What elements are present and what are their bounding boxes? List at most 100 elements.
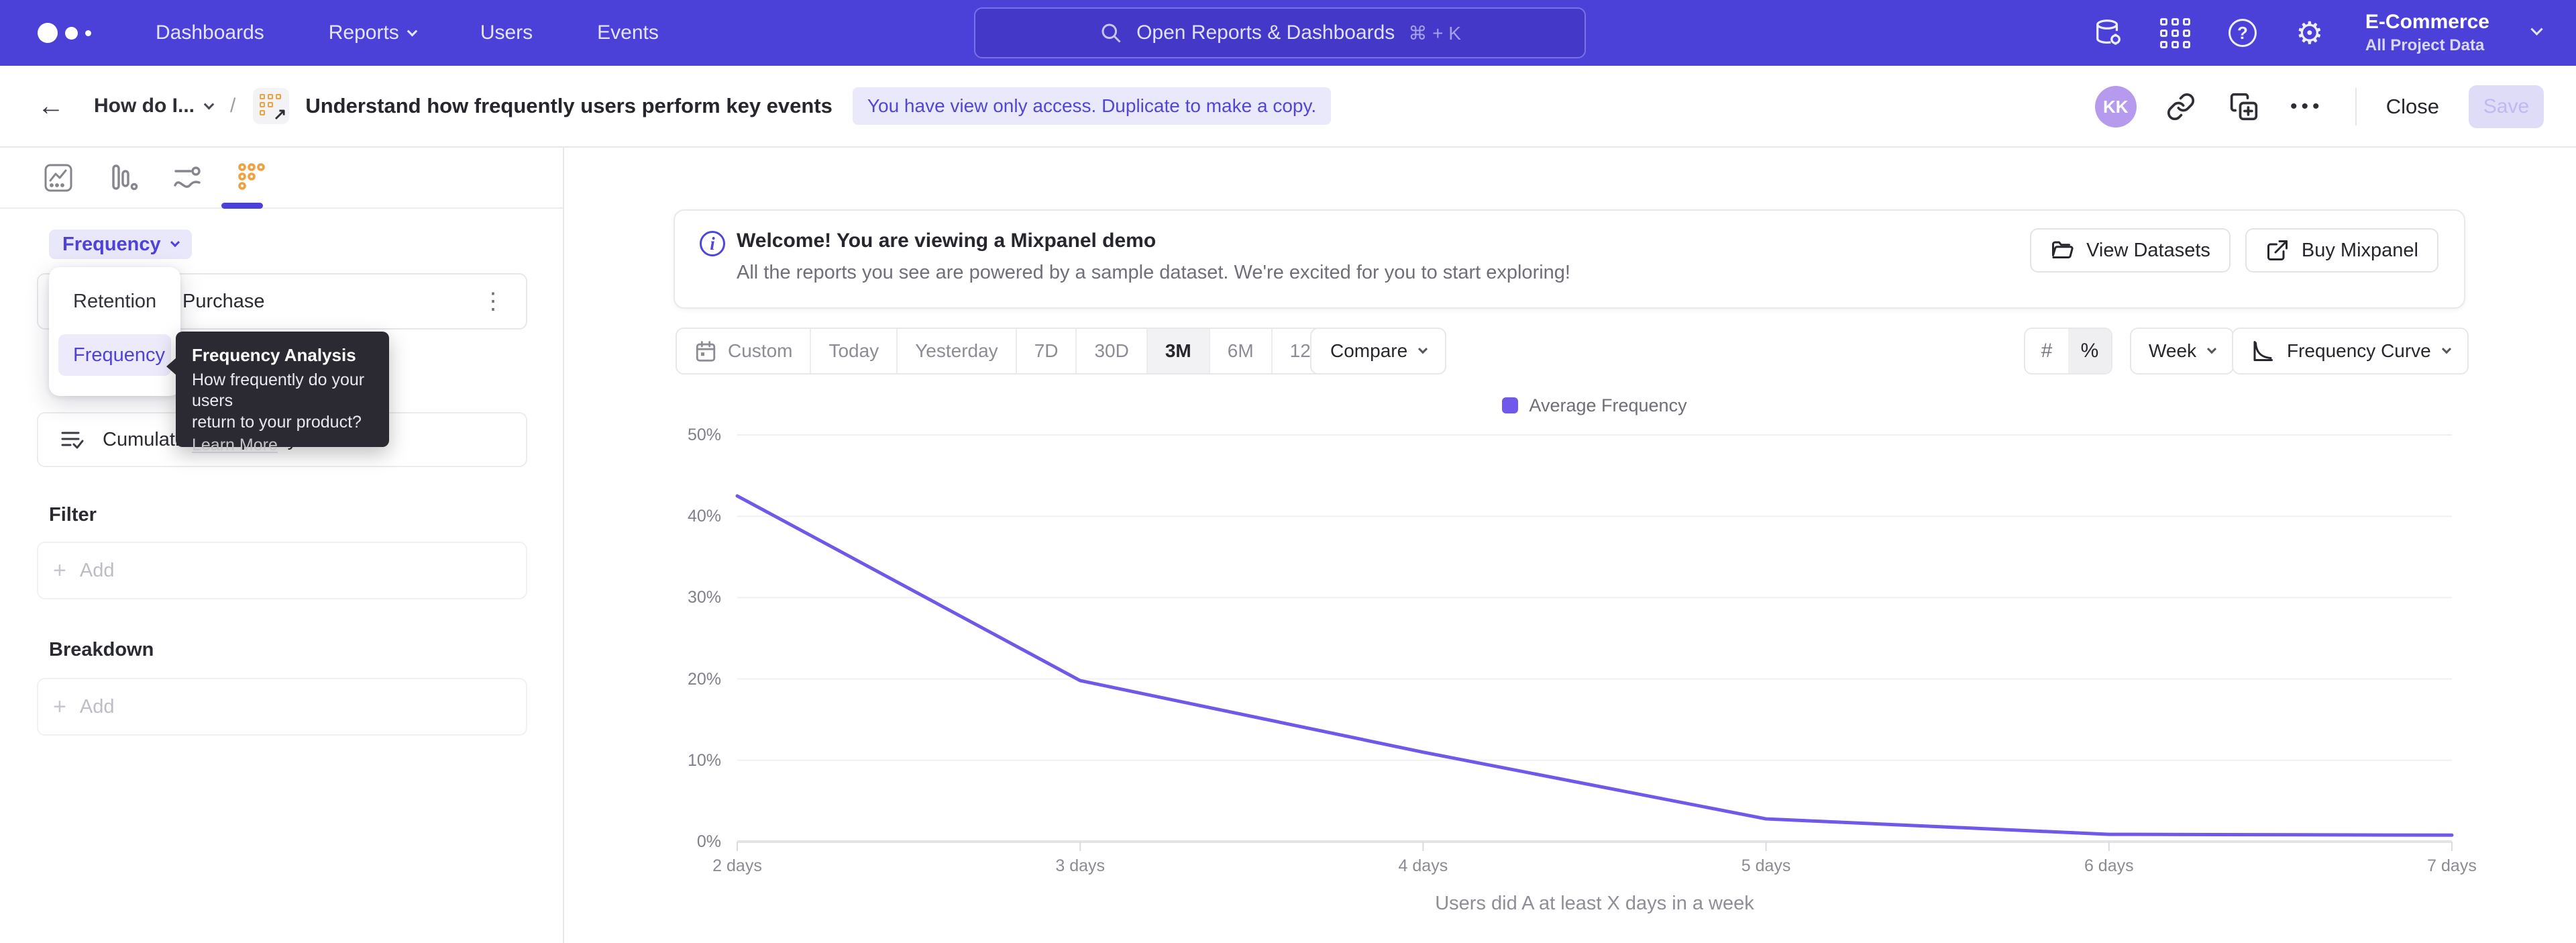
range-label: 7D [1034, 340, 1059, 362]
chart-legend[interactable]: Average Frequency [737, 393, 2452, 417]
search-icon [1099, 21, 1123, 45]
range-label: 30D [1094, 340, 1128, 362]
tooltip-body2: return to your product? [192, 412, 373, 433]
banner-title: Welcome! You are viewing a Mixpanel demo [737, 230, 1156, 252]
project-scope: All Project Data [2365, 36, 2489, 55]
range-custom[interactable]: Custom [677, 329, 810, 373]
legend-label: Average Frequency [1529, 395, 1686, 416]
welcome-banner: i Welcome! You are viewing a Mixpanel de… [674, 209, 2465, 309]
apps-grid-icon[interactable] [2160, 17, 2191, 48]
range-3m[interactable]: 3M [1146, 329, 1209, 373]
y-axis-label: 40% [566, 507, 721, 526]
nav-label: Users [480, 21, 533, 44]
tab-flows[interactable] [170, 161, 204, 195]
settings-gear-icon[interactable]: ⚙ [2294, 17, 2325, 48]
x-axis-label: 3 days [1055, 856, 1105, 876]
more-menu-icon[interactable]: ••• [2288, 88, 2326, 126]
menu-item-retention[interactable]: Retention [58, 281, 171, 322]
mixpanel-logo-icon[interactable] [38, 23, 91, 43]
calendar-icon [694, 340, 717, 362]
duplicate-icon[interactable] [2225, 88, 2263, 126]
tab-funnels[interactable] [106, 161, 140, 195]
legend-swatch [1502, 397, 1518, 413]
report-canvas: i Welcome! You are viewing a Mixpanel de… [566, 148, 2576, 943]
view-only-badge[interactable]: You have view only access. Duplicate to … [853, 87, 1331, 125]
folder-icon [2050, 238, 2074, 262]
arrow-up-right-icon: ↗ [273, 105, 286, 124]
nav-item-dashboards[interactable]: Dashboards [156, 21, 264, 44]
data-management-icon[interactable] [2093, 17, 2124, 48]
buy-mixpanel-button[interactable]: Buy Mixpanel [2245, 228, 2438, 272]
chevron-down-icon [1418, 344, 1428, 354]
global-search-input[interactable]: Open Reports & Dashboards ⌘ + K [974, 7, 1586, 58]
report-sidebar: Frequency Purchase ⋮ Cumulative Frequenc… [0, 148, 564, 943]
range-label: Custom [728, 340, 792, 362]
nav-right-cluster: ? ⚙ E-Commerce All Project Data [2093, 0, 2576, 66]
chevron-down-icon [204, 99, 215, 109]
range-30d[interactable]: 30D [1075, 329, 1146, 373]
menu-item-frequency[interactable]: Frequency [58, 334, 171, 376]
back-button[interactable]: ← [38, 91, 64, 121]
chevron-down-icon [2207, 344, 2216, 354]
range-7d[interactable]: 7D [1016, 329, 1076, 373]
interval-label: Week [2149, 340, 2196, 362]
analysis-type-value: Frequency [62, 234, 161, 256]
close-button[interactable]: Close [2386, 95, 2439, 119]
range-6m[interactable]: 6M [1209, 329, 1271, 373]
frequency-curve-chart [737, 435, 2452, 842]
view-datasets-button[interactable]: View Datasets [2030, 228, 2231, 272]
tooltip-title: Frequency Analysis [192, 345, 373, 366]
breakdown-heading: Breakdown [49, 639, 154, 661]
save-button[interactable]: Save [2469, 85, 2544, 128]
interval-dropdown[interactable]: Week [2130, 328, 2234, 375]
nav-label: Dashboards [156, 21, 264, 44]
y-axis-label: 0% [566, 832, 721, 852]
buy-mixpanel-label: Buy Mixpanel [2302, 240, 2418, 262]
frequency-analysis-tooltip: Frequency Analysis How frequently do you… [176, 332, 389, 447]
y-axis-label: 30% [566, 588, 721, 607]
range-label: 6M [1228, 340, 1254, 362]
list-check-icon [58, 426, 85, 453]
project-switcher[interactable]: E-Commerce All Project Data [2365, 11, 2489, 55]
y-axis-label: 50% [566, 426, 721, 445]
report-type-tabs [0, 148, 563, 209]
learn-more-link[interactable]: Learn More [192, 436, 278, 455]
chart-type-label: Frequency Curve [2287, 340, 2431, 362]
nav-label: Events [597, 21, 659, 44]
y-axis-label: 20% [566, 670, 721, 689]
range-today[interactable]: Today [810, 329, 896, 373]
analysis-type-dropdown[interactable]: Frequency [49, 230, 192, 259]
nav-item-reports[interactable]: Reports [329, 21, 416, 44]
breakdown-add-button[interactable]: + Add [37, 678, 527, 736]
nav-item-events[interactable]: Events [597, 21, 659, 44]
avatar[interactable]: KK [2095, 86, 2137, 128]
chart-type-dropdown[interactable]: Frequency Curve [2232, 328, 2469, 375]
percent-option[interactable]: % [2068, 329, 2111, 373]
copy-link-icon[interactable] [2162, 88, 2200, 126]
nav-item-users[interactable]: Users [480, 21, 533, 44]
tab-retention[interactable] [235, 161, 268, 195]
x-axis-label: 2 days [712, 856, 762, 876]
range-yesterday[interactable]: Yesterday [896, 329, 1016, 373]
breadcrumb[interactable]: How do I... [94, 95, 213, 117]
analysis-type-menu: Retention Frequency [49, 267, 180, 396]
help-icon[interactable]: ? [2227, 17, 2258, 48]
banner-subtitle: All the reports you see are powered by a… [737, 262, 1570, 284]
x-axis-labels: 2 days3 days4 days5 days6 days7 days [737, 856, 2452, 879]
view-datasets-label: View Datasets [2086, 240, 2210, 262]
compare-dropdown[interactable]: Compare [1310, 328, 1446, 375]
range-label: Yesterday [915, 340, 998, 362]
active-tab-indicator [221, 203, 263, 209]
plus-icon: + [53, 694, 66, 720]
number-format-toggle: # % [2024, 328, 2112, 375]
x-axis-label: 5 days [1741, 856, 1791, 876]
tab-insights[interactable] [42, 161, 75, 195]
filter-heading: Filter [49, 504, 97, 526]
tooltip-body: How frequently do your users [192, 370, 373, 412]
event-name: Purchase [182, 291, 265, 313]
filter-add-button[interactable]: + Add [37, 542, 527, 599]
chevron-down-icon [407, 26, 418, 36]
report-title-bar: ← How do I... / ↗ Understand how frequen… [0, 66, 2576, 148]
absolute-numbers-option[interactable]: # [2025, 329, 2068, 373]
kebab-menu-icon[interactable]: ⋮ [476, 288, 510, 315]
